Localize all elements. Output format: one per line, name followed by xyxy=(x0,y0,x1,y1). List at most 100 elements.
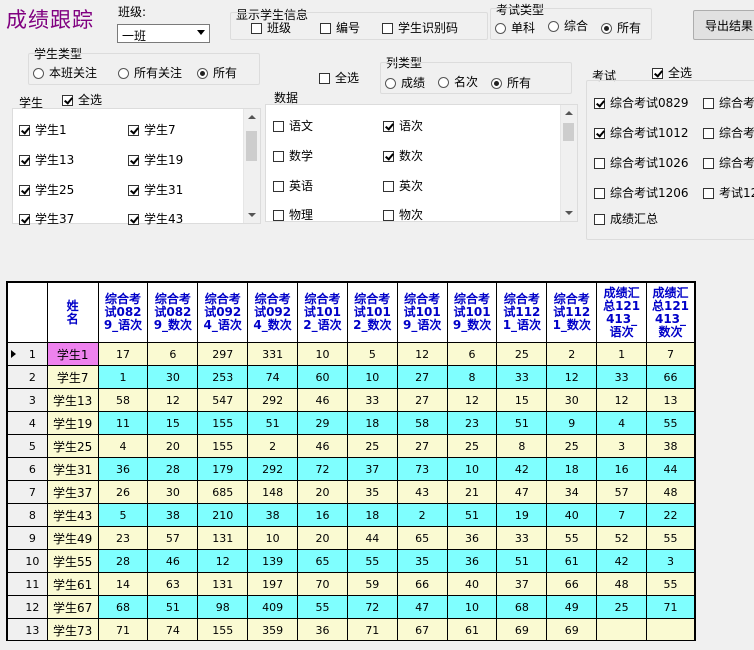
grid-cell[interactable]: 30 xyxy=(546,388,598,412)
class-select[interactable]: 一班 xyxy=(117,24,210,43)
exam-checkbox[interactable]: 综合考 xyxy=(703,94,754,111)
exam-checkbox[interactable]: 综合考 xyxy=(703,154,754,171)
grid-cell[interactable]: 33 xyxy=(596,365,648,389)
student-checkbox[interactable]: 学生37 xyxy=(19,210,74,227)
grid-cell[interactable]: 55 xyxy=(646,411,695,435)
grid-cell[interactable]: 10 xyxy=(247,526,299,550)
show-info-code-checkbox[interactable]: 学生识别码 xyxy=(382,19,458,36)
grid-cell[interactable]: 253 xyxy=(197,365,249,389)
grid-cell[interactable]: 25 xyxy=(346,434,398,458)
table-row[interactable]: 10 学生55 28 46 12 139 65 55 35 36 51 61 42 3 xyxy=(7,549,695,573)
grid-cell[interactable]: 210 xyxy=(197,503,249,527)
column-header[interactable]: 综合考试0829_数次 xyxy=(147,282,199,343)
grid-cell[interactable]: 331 xyxy=(247,342,299,366)
grid-cell[interactable]: 37 xyxy=(346,457,398,481)
grid-cell[interactable]: 47 xyxy=(496,480,548,504)
grid-cell[interactable]: 409 xyxy=(247,595,299,619)
grid-cell[interactable]: 25 xyxy=(546,434,598,458)
grid-cell[interactable]: 63 xyxy=(147,572,199,596)
column-header[interactable]: 综合考试0829_语次 xyxy=(97,282,149,343)
table-row[interactable]: 8 学生43 5 38 210 38 16 18 2 51 19 40 7 22 xyxy=(7,503,695,527)
grid-cell[interactable]: 46 xyxy=(297,434,348,458)
grid-cell[interactable]: 21 xyxy=(446,480,498,504)
grid-cell[interactable]: 36 xyxy=(97,457,149,481)
grid-cell[interactable]: 66 xyxy=(546,572,598,596)
grid-cell[interactable]: 60 xyxy=(297,365,348,389)
column-header[interactable]: 综合考试1019_语次 xyxy=(396,282,448,343)
grid-cell[interactable]: 12 xyxy=(596,388,648,412)
grid-cell[interactable]: 1 xyxy=(596,342,648,366)
column-header[interactable]: 成绩汇总121413_语次 xyxy=(596,282,648,343)
grid-cell[interactable]: 16 xyxy=(596,457,648,481)
grid-cell[interactable]: 49 xyxy=(546,595,598,619)
row-header[interactable]: 1 xyxy=(7,342,48,366)
data-item-checkbox[interactable]: 语次 xyxy=(383,117,423,134)
grid-cell[interactable]: 72 xyxy=(346,595,398,619)
grid-cell[interactable]: 51 xyxy=(247,411,299,435)
grid-cell[interactable]: 55 xyxy=(646,572,695,596)
student-name-cell[interactable]: 学生61 xyxy=(46,572,99,596)
grid-cell[interactable]: 40 xyxy=(446,572,498,596)
grid-cell[interactable]: 61 xyxy=(546,549,598,573)
grid-cell[interactable]: 18 xyxy=(546,457,598,481)
grid-cell[interactable]: 12 xyxy=(396,342,448,366)
grid-cell[interactable]: 155 xyxy=(197,411,249,435)
data-item-checkbox[interactable]: 物次 xyxy=(383,206,423,223)
grid-cell[interactable]: 131 xyxy=(197,572,249,596)
grid-cell[interactable]: 65 xyxy=(297,549,348,573)
table-row[interactable]: 9 学生49 23 57 131 10 20 44 65 36 33 55 52 55 xyxy=(7,526,695,550)
student-checkbox[interactable]: 学生25 xyxy=(19,181,74,198)
grid-cell[interactable]: 148 xyxy=(247,480,299,504)
grid-cell[interactable]: 12 xyxy=(446,388,498,412)
grid-cell[interactable]: 12 xyxy=(147,388,199,412)
grid-cell[interactable]: 131 xyxy=(197,526,249,550)
row-header[interactable]: 2 xyxy=(7,365,48,389)
grid-cell[interactable]: 10 xyxy=(297,342,348,366)
student-name-cell[interactable]: 学生43 xyxy=(46,503,99,527)
grid-cell[interactable]: 38 xyxy=(147,503,199,527)
grid-cell[interactable]: 47 xyxy=(396,595,448,619)
exam-checkbox[interactable]: 综合考试1206 xyxy=(594,184,689,201)
grid-cell[interactable]: 71 xyxy=(646,595,695,619)
grid-cell[interactable]: 98 xyxy=(197,595,249,619)
students-list[interactable]: 学生1 学生7 学生13 学生19 学生25 学生31 学生37 学生43 xyxy=(12,108,261,227)
grid-cell[interactable]: 57 xyxy=(147,526,199,550)
column-header[interactable]: 综合考试1019_数次 xyxy=(446,282,498,343)
student-name-cell[interactable]: 学生37 xyxy=(46,480,99,504)
grid-cell[interactable]: 73 xyxy=(396,457,448,481)
students-select-all-checkbox[interactable]: 全选 xyxy=(62,91,102,108)
grid-cell[interactable]: 20 xyxy=(147,434,199,458)
grid-cell[interactable]: 179 xyxy=(197,457,249,481)
grid-cell[interactable]: 66 xyxy=(646,365,695,389)
student-checkbox[interactable]: 学生13 xyxy=(19,151,74,168)
exam-checkbox[interactable]: 综合考 xyxy=(703,124,754,141)
grid-cell[interactable]: 3 xyxy=(646,549,695,573)
grid-cell[interactable]: 297 xyxy=(197,342,249,366)
grid-cell[interactable]: 55 xyxy=(546,526,598,550)
grid-cell[interactable]: 139 xyxy=(247,549,299,573)
row-header[interactable]: 8 xyxy=(7,503,48,527)
grid-cell[interactable]: 155 xyxy=(197,618,249,640)
grid-cell[interactable]: 23 xyxy=(446,411,498,435)
grid-cell[interactable]: 685 xyxy=(197,480,249,504)
show-info-id-checkbox[interactable]: 编号 xyxy=(320,19,360,36)
grid-cell[interactable]: 27 xyxy=(396,365,448,389)
student-name-cell[interactable]: 学生67 xyxy=(46,595,99,619)
table-row[interactable]: 7 学生37 26 30 685 148 20 35 43 21 47 34 57 48 xyxy=(7,480,695,504)
row-header[interactable]: 10 xyxy=(7,549,48,573)
column-header[interactable]: 综合考试0924_语次 xyxy=(197,282,249,343)
data-item-checkbox[interactable]: 语文 xyxy=(273,117,313,134)
grid-cell[interactable]: 25 xyxy=(596,595,648,619)
grid-cell[interactable]: 155 xyxy=(197,434,249,458)
grid-cell[interactable]: 292 xyxy=(247,457,299,481)
grid-cell[interactable]: 4 xyxy=(97,434,149,458)
grid-cell[interactable]: 27 xyxy=(396,388,448,412)
student-checkbox[interactable]: 学生31 xyxy=(128,181,183,198)
scroll-up-icon[interactable] xyxy=(248,115,256,119)
grid-cell[interactable]: 51 xyxy=(446,503,498,527)
grid-cell[interactable]: 36 xyxy=(446,549,498,573)
grid-cell[interactable] xyxy=(596,618,648,640)
scroll-thumb[interactable] xyxy=(246,131,257,161)
grid-cell[interactable]: 34 xyxy=(546,480,598,504)
grid-cell[interactable]: 19 xyxy=(496,503,548,527)
